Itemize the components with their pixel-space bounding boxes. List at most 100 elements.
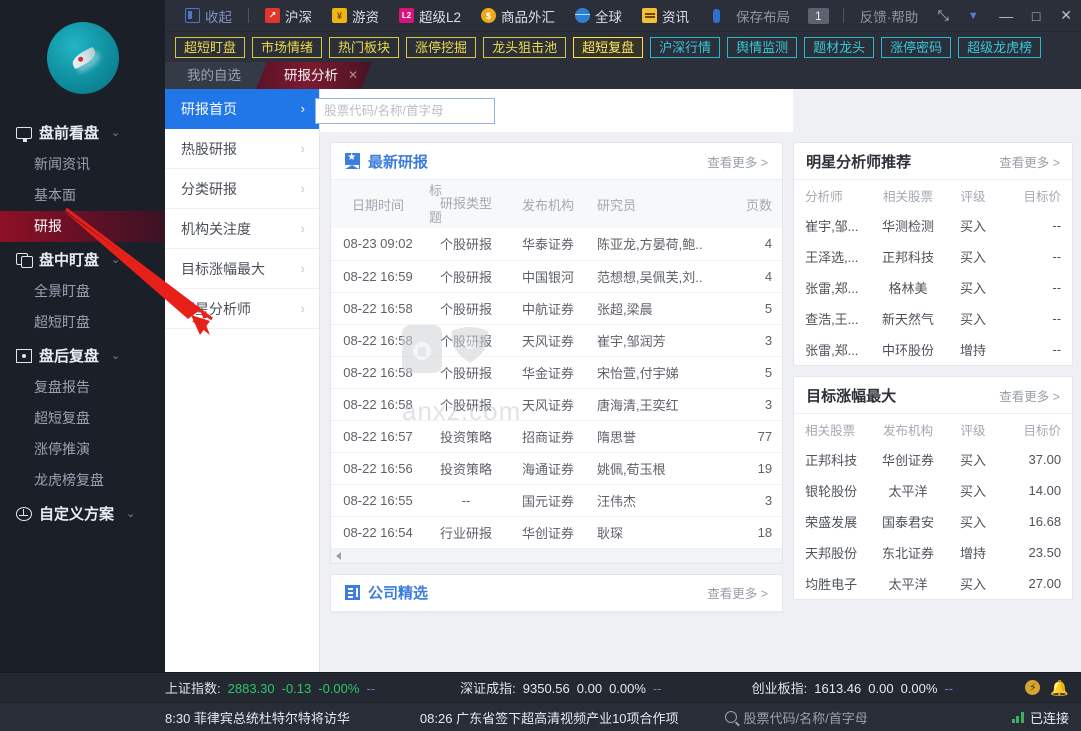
shrink-icon[interactable]: ⤡: [928, 0, 958, 32]
company-pick-more-link[interactable]: 查看更多 >: [707, 583, 768, 602]
cell-pages: 5: [732, 292, 783, 325]
sidebar-item-fundamentals[interactable]: 基本面: [0, 180, 165, 211]
toolbar-item-super-l2[interactable]: L2 超级L2: [389, 0, 471, 32]
sidebar-item-short-watch[interactable]: 超短盯盘: [0, 307, 165, 338]
tag-button-super-dragon-tiger[interactable]: 超级龙虎榜: [958, 36, 1042, 58]
close-icon[interactable]: ✕: [348, 62, 358, 89]
cell-stock: 正邦科技: [805, 453, 858, 468]
target-gain-more-link[interactable]: 查看更多 >: [999, 386, 1060, 405]
sidebar-item-review-report[interactable]: 复盘报告: [0, 372, 165, 403]
table-row[interactable]: 银轮股份 太平洋 买入 14.00: [794, 475, 1072, 506]
tab-research-analysis[interactable]: 研报分析 ✕: [256, 62, 372, 89]
tag-button-hushen-quotes[interactable]: 沪深行情: [650, 36, 721, 58]
sidebar-item-short-review[interactable]: 超短复盘: [0, 403, 165, 434]
index-chinext[interactable]: 创业板指: 1613.46 0.00 0.00% --: [752, 678, 953, 697]
scroll-left-icon[interactable]: [336, 552, 341, 560]
toolbar-item-label: 沪深: [285, 9, 312, 25]
tab-my-watchlist[interactable]: 我的自选: [165, 62, 267, 89]
sidebar-item-dragon-tiger-review[interactable]: 龙虎榜复盘: [0, 465, 165, 496]
subnav-item-category-report[interactable]: 分类研报 ›: [165, 169, 319, 209]
cell-target: 27.00: [1028, 576, 1062, 591]
table-row[interactable]: 08-22 16:58 个股研报 华金证券 宋怡萱,付宇娣 5: [331, 356, 783, 389]
maximize-button[interactable]: □: [1021, 0, 1051, 32]
save-layout-button[interactable]: 保存布局: [726, 0, 800, 32]
subnav-item-report-home[interactable]: 研报首页 ›: [165, 89, 319, 129]
subnav-item-target-gain[interactable]: 目标涨幅最大 ›: [165, 249, 319, 289]
content-region: 研报首页 › 热股研报 › 分类研报 › 机构关注度 › 目标涨幅最大 › 明星…: [165, 89, 1081, 672]
table-row[interactable]: 08-22 16:59 个股研报 中国银河 范想想,吴佩芙,刘.. 4: [331, 260, 783, 293]
table-row[interactable]: 08-22 16:58 个股研报 天风证券 唐海清,王奕红 3: [331, 388, 783, 421]
table-row[interactable]: 荣盛发展 国泰君安 买入 16.68: [794, 506, 1072, 537]
cell-analyst: 张雷,郑...: [805, 343, 859, 358]
table-row[interactable]: 08-22 16:57 投资策略 招商证券 隋思誉 77: [331, 420, 783, 453]
sidebar-item-research-report[interactable]: 研报: [0, 211, 165, 242]
sidebar-group-header-pre-market[interactable]: 盘前看盘 ⌄: [0, 115, 165, 149]
table-row[interactable]: 08-22 16:55 -- 国元证券 汪伟杰 3: [331, 484, 783, 517]
subnav-item-institution-attention[interactable]: 机构关注度 ›: [165, 209, 319, 249]
table-row[interactable]: 08-23 09:02 个股研报 华泰证券 陈亚龙,方晏荷,鲍.. 4: [331, 228, 783, 261]
main-area: 收起 ↗ 沪深 ¥ 游资 L2 超级L2 $ 商品外汇 全球 资讯 保存布局 1…: [165, 0, 1081, 672]
star-analyst-more-link[interactable]: 查看更多 >: [999, 152, 1060, 171]
close-button[interactable]: ✕: [1051, 0, 1081, 32]
tag-button-hot-sectors[interactable]: 热门板块: [329, 36, 400, 58]
cell-rating: 买入: [960, 250, 987, 265]
table-row[interactable]: 王泽选,... 正邦科技 买入 --: [794, 241, 1072, 272]
toolbar-item-youzi[interactable]: ¥ 游资: [322, 0, 389, 32]
sidebar-item-panorama[interactable]: 全景盯盘: [0, 276, 165, 307]
table-row[interactable]: 张雷,郑... 格林美 买入 --: [794, 272, 1072, 303]
table-row[interactable]: 均胜电子 太平洋 买入 27.00: [794, 568, 1072, 599]
toolbar-item-commodity-fx[interactable]: $ 商品外汇: [471, 0, 565, 32]
tag-button-limitup-mining[interactable]: 涨停挖掘: [406, 36, 477, 58]
table-row[interactable]: 08-22 16:58 个股研报 中航证券 张超,梁晨 5: [331, 292, 783, 325]
cell-org: 华创证券: [507, 516, 589, 549]
layout-badge-label: 1: [808, 7, 829, 24]
cell-pages: 5: [732, 356, 783, 389]
toolbar-item-hushen[interactable]: ↗ 沪深: [255, 0, 322, 32]
sidebar-group-header-intraday[interactable]: 盘中盯盘 ⌄: [0, 242, 165, 276]
table-row[interactable]: 天邦股份 东北证券 增持 23.50: [794, 537, 1072, 568]
tag-button-theme-leaders[interactable]: 题材龙头: [804, 36, 875, 58]
subnav-item-star-analyst[interactable]: 明星分析师 ›: [165, 289, 319, 329]
index-shenzhen[interactable]: 深证成指: 9350.56 0.00 0.00% --: [460, 678, 661, 697]
table-row[interactable]: 张雷,郑... 中环股份 增持 --: [794, 334, 1072, 365]
table-row[interactable]: 08-22 16:54 行业研报 华创证券 耿琛 18: [331, 516, 783, 549]
cell-org: 太平洋: [888, 577, 928, 592]
sidebar-item-news[interactable]: 新闻资讯: [0, 149, 165, 180]
horizontal-scrollbar[interactable]: [331, 548, 783, 563]
tag-button-short-watch[interactable]: 超短盯盘: [175, 36, 246, 58]
collapse-button[interactable]: 收起: [175, 0, 242, 32]
sidebar-item-limitup-deduction[interactable]: 涨停推演: [0, 434, 165, 465]
tag-button-market-sentiment[interactable]: 市场情绪: [252, 36, 323, 58]
panel-collapse-icon: [185, 8, 200, 23]
tag-button-limitup-code[interactable]: 涨停密码: [881, 36, 952, 58]
toolbar-item-global[interactable]: 全球: [565, 0, 632, 32]
chevron-down-icon[interactable]: ▼: [958, 0, 988, 32]
bottom-search-box[interactable]: 股票代码/名称/首字母: [724, 708, 868, 727]
latest-reports-more-link[interactable]: 查看更多 >: [707, 152, 768, 171]
news-item-2[interactable]: 08:26 广东省签下超高清视频产业10项合作项: [420, 708, 679, 727]
index-shanghai[interactable]: 上证指数: 2883.30 -0.13 -0.00% --: [165, 678, 375, 697]
boat-icon: [69, 46, 98, 69]
bell-icon[interactable]: 🔔: [1050, 679, 1069, 697]
table-row[interactable]: 正邦科技 华创证券 买入 37.00: [794, 444, 1072, 475]
toolbar-item-info[interactable]: 资讯: [632, 0, 699, 32]
stock-search-box[interactable]: [315, 98, 496, 124]
search-input[interactable]: [316, 99, 495, 123]
app-logo: [0, 0, 165, 115]
layout-slot-badge[interactable]: 1: [800, 0, 837, 32]
subnav-item-hot-stock-report[interactable]: 热股研报 ›: [165, 129, 319, 169]
minimize-button[interactable]: —: [991, 0, 1021, 32]
table-row[interactable]: 查浩,王... 新天然气 买入 --: [794, 303, 1072, 334]
tag-button-leader-pool[interactable]: 龙头狙击池: [483, 36, 567, 58]
tag-button-sentiment-monitor[interactable]: 舆情监测: [727, 36, 798, 58]
news-item-1[interactable]: 8:30 菲律宾总统杜特尔特将访华: [165, 708, 350, 727]
table-row[interactable]: 崔宇,邹... 华测检测 买入 --: [794, 210, 1072, 241]
sidebar-group-header-post-market[interactable]: 盘后复盘 ⌄: [0, 338, 165, 372]
sidebar-group-header-custom[interactable]: 自定义方案 ⌄: [0, 496, 165, 530]
tag-button-short-review[interactable]: 超短复盘: [573, 36, 644, 58]
table-row[interactable]: 08-22 16:58 个股研报 天风证券 崔宇,邹润芳 3: [331, 324, 783, 357]
shield-icon[interactable]: ⚡: [1025, 680, 1041, 695]
table-row[interactable]: 08-22 16:56 投资策略 海通证券 姚佩,荀玉根 19: [331, 452, 783, 485]
feedback-help-button[interactable]: 反馈·帮助: [850, 0, 929, 32]
col-type-line3: 题: [429, 209, 443, 225]
